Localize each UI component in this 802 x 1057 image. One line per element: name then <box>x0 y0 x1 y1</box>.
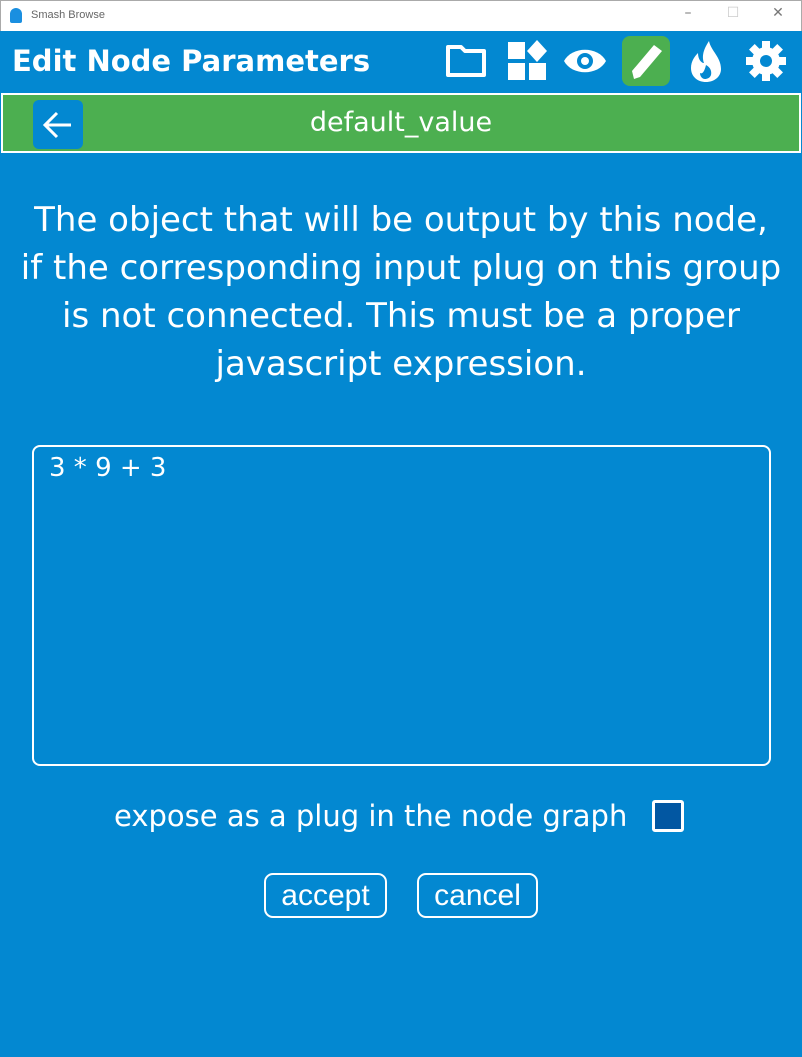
maximize-button[interactable]: ☐ <box>723 5 743 21</box>
window-titlebar: Smash Browse – ☐ ✕ <box>0 0 802 31</box>
eye-icon[interactable] <box>561 37 609 85</box>
gear-icon[interactable] <box>742 37 790 85</box>
parameter-name: default_value <box>309 107 493 138</box>
parameter-description: The object that will be output by this n… <box>20 200 782 384</box>
expose-checkbox[interactable] <box>652 800 684 832</box>
widgets-icon[interactable] <box>503 37 551 85</box>
minimize-button[interactable]: – <box>678 5 698 21</box>
flame-icon[interactable] <box>682 37 730 85</box>
window-title: Smash Browse <box>31 9 105 21</box>
folder-icon[interactable] <box>442 37 490 85</box>
page-title: Edit Node Parameters <box>12 44 371 78</box>
pencil-icon[interactable] <box>622 36 670 86</box>
accept-button[interactable]: accept <box>264 873 387 918</box>
expression-input[interactable]: 3 * 9 + 3 <box>32 445 771 766</box>
expose-label: expose as a plug in the node graph <box>114 799 628 833</box>
cancel-button[interactable]: cancel <box>417 873 538 918</box>
app-logo-icon <box>10 8 22 23</box>
parameter-bar: default_value <box>1 93 801 153</box>
close-button[interactable]: ✕ <box>768 5 788 21</box>
